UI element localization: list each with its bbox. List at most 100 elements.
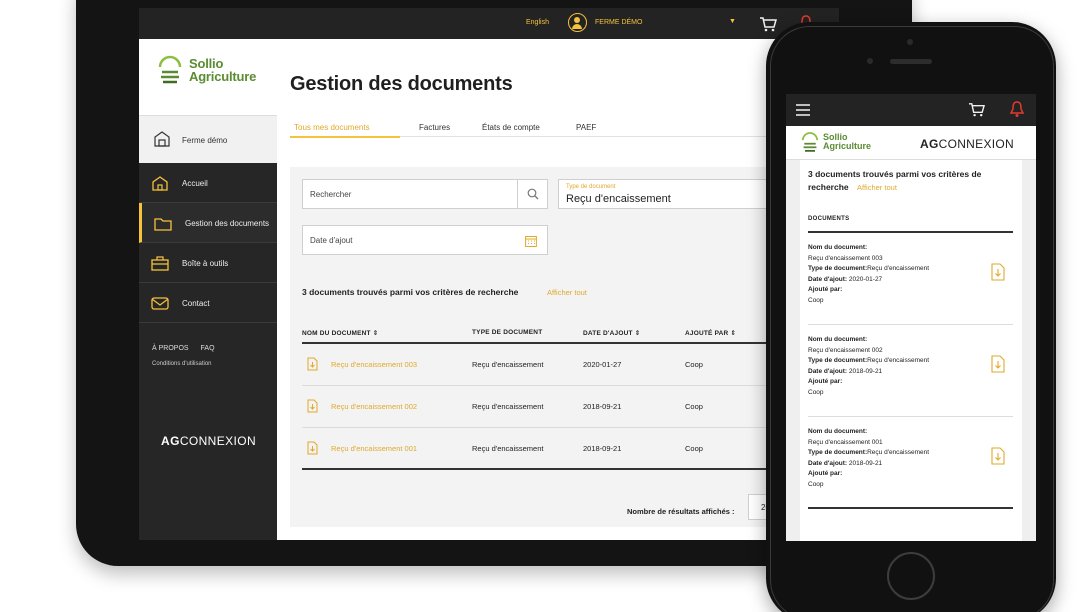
search-placeholder: Rechercher <box>310 190 352 199</box>
document-added-by: Coop <box>685 444 703 453</box>
list-item: Nom du document: Reçu d'encaissement 003… <box>808 233 1013 325</box>
phone-speaker <box>890 59 932 64</box>
document-date: 2018-09-21 <box>583 444 622 453</box>
agconnexion-logo: AGCONNEXION <box>161 434 256 448</box>
column-header-name[interactable]: NOM DU DOCUMENT ⇕ <box>302 329 378 337</box>
document-name-link[interactable]: Reçu d'encaissement 001 <box>331 444 417 453</box>
agcon-bold: AG <box>920 137 939 151</box>
download-document-icon[interactable] <box>991 447 1005 465</box>
cart-icon[interactable] <box>968 101 985 118</box>
list-item: Nom du document: Reçu d'encaissement 001… <box>808 417 1013 509</box>
chevron-down-icon[interactable]: ▼ <box>729 18 736 25</box>
tab-statements[interactable]: États de compte <box>482 123 540 132</box>
tab-paef[interactable]: PAEF <box>576 123 596 132</box>
tab-all-documents[interactable]: Tous mes documents <box>294 123 370 132</box>
brand-name: Sollio Agriculture <box>189 57 256 83</box>
column-header-added-by[interactable]: AJOUTÉ PAR ⇕ <box>685 329 736 337</box>
mobile-brand-bar: Sollio Agriculture AGCONNEXION <box>786 126 1036 160</box>
document-type-label: Type de document <box>566 184 616 190</box>
farm-selector[interactable]: Ferme démo <box>139 115 277 163</box>
date-input[interactable]: Date d'ajout <box>302 225 548 255</box>
brand-line-2: Agriculture <box>823 141 872 151</box>
field-label: Ajouté par: <box>808 378 843 385</box>
document-added-by: Coop <box>685 360 703 369</box>
home-icon <box>152 176 168 191</box>
download-document-icon[interactable] <box>991 355 1005 373</box>
mobile-content: 3 documents trouvés parmi vos critères d… <box>800 160 1022 541</box>
search-input[interactable]: Rechercher <box>302 179 548 209</box>
show-all-link[interactable]: Afficher tout <box>857 183 897 192</box>
download-document-icon[interactable] <box>307 441 318 455</box>
user-name[interactable]: FERME DÉMO <box>595 19 642 26</box>
search-panel: Rechercher Type de document Reçu d'encai… <box>290 167 839 527</box>
phone-device: Sollio Agriculture AGCONNEXION 3 documen… <box>766 22 1056 612</box>
document-type: Reçu d'encaissement <box>867 265 930 272</box>
phone-camera <box>907 39 913 45</box>
farm-icon <box>154 131 170 147</box>
download-document-icon[interactable] <box>307 399 318 413</box>
sort-icon[interactable]: ⇕ <box>373 330 379 337</box>
document-details: Nom du document: Reçu d'encaissement 003… <box>808 243 929 306</box>
document-date: 2020-01-27 <box>583 360 622 369</box>
mobile-top-bar <box>786 94 1036 126</box>
field-label: Type de document: <box>808 357 868 364</box>
sidebar-item-documents[interactable]: Gestion des documents <box>139 203 277 243</box>
show-all-link[interactable]: Afficher tout <box>547 288 587 297</box>
user-icon[interactable] <box>568 13 587 32</box>
list-item: Nom du document: Reçu d'encaissement 002… <box>808 325 1013 417</box>
phone-home-button[interactable] <box>887 552 935 600</box>
download-document-icon[interactable] <box>307 357 318 371</box>
top-bar: English FERME DÉMO ▼ <box>139 8 839 39</box>
bell-icon[interactable] <box>1010 100 1024 118</box>
document-type: Reçu d'encaissement <box>472 444 544 453</box>
document-name-link[interactable]: Reçu d'encaissement 003 <box>331 360 417 369</box>
document-date: 2020-01-27 <box>848 275 883 283</box>
column-header-date[interactable]: DATE D'AJOUT ⇕ <box>583 329 640 337</box>
document-added-by: Coop <box>808 296 824 304</box>
sidebar-item-toolbox[interactable]: Boîte à outils <box>139 243 277 283</box>
calendar-icon[interactable] <box>525 235 537 247</box>
document-date: 2018-09-21 <box>848 367 883 375</box>
field-label: Nom du document: <box>808 336 868 343</box>
download-document-icon[interactable] <box>991 263 1005 281</box>
sidebar-item-contact[interactable]: Contact <box>139 283 277 323</box>
document-type: Reçu d'encaissement <box>472 360 544 369</box>
main-content: Gestion des documents Tous mes documents… <box>277 39 839 540</box>
toolbox-icon <box>151 256 169 271</box>
faq-link[interactable]: FAQ <box>201 345 215 352</box>
document-added-by: Coop <box>808 480 824 488</box>
agconnexion-logo: AGCONNEXION <box>920 137 1014 151</box>
document-name-link[interactable]: Reçu d'encaissement 002 <box>331 402 417 411</box>
results-summary: 3 documents trouvés parmi vos critères d… <box>302 287 519 297</box>
search-button[interactable] <box>517 180 547 208</box>
table-row: Reçu d'encaissement 003 Reçu d'encaissem… <box>302 344 839 386</box>
column-header-label: AJOUTÉ PAR <box>685 330 729 337</box>
farm-label: Ferme démo <box>182 136 228 145</box>
field-label: Date d'ajout: <box>808 459 848 467</box>
document-details: Nom du document: Reçu d'encaissement 002… <box>808 335 929 398</box>
sidebar-item-accueil[interactable]: Accueil <box>139 163 277 203</box>
document-type: Reçu d'encaissement <box>472 402 544 411</box>
document-name: Reçu d'encaissement 003 <box>808 254 883 262</box>
field-label: Type de document: <box>808 265 868 272</box>
sort-icon[interactable]: ⇕ <box>635 330 641 337</box>
tab-invoices[interactable]: Factures <box>419 123 450 132</box>
document-name: Reçu d'encaissement 002 <box>808 346 883 354</box>
contact-icon <box>151 297 169 310</box>
cart-icon[interactable] <box>759 15 777 33</box>
sort-icon[interactable]: ⇕ <box>730 330 736 337</box>
terms-link[interactable]: Conditions d'utilisation <box>152 361 212 367</box>
hamburger-menu-icon[interactable] <box>796 104 810 116</box>
field-label: Type de document: <box>808 449 868 456</box>
table-row: Reçu d'encaissement 001 Reçu d'encaissem… <box>302 428 839 470</box>
sollio-logo-icon <box>158 55 182 84</box>
documents-table: NOM DU DOCUMENT ⇕ TYPE DE DOCUMENT DATE … <box>302 322 839 470</box>
language-link[interactable]: English <box>526 19 549 26</box>
field-label: Date d'ajout: <box>808 367 848 375</box>
agcon-bold: AG <box>161 434 180 448</box>
field-label: Nom du document: <box>808 428 868 435</box>
document-type: Reçu d'encaissement <box>867 449 930 456</box>
about-link[interactable]: À PROPOS <box>152 345 189 352</box>
document-added-by: Coop <box>685 402 703 411</box>
document-details: Nom du document: Reçu d'encaissement 001… <box>808 427 929 490</box>
